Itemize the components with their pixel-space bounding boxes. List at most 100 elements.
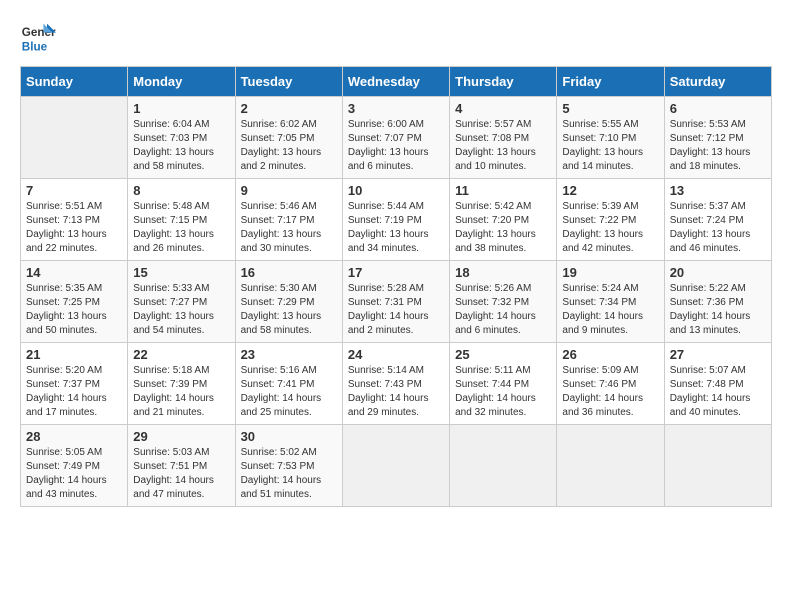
day-cell: 28Sunrise: 5:05 AMSunset: 7:49 PMDayligh… <box>21 425 128 507</box>
header-row: SundayMondayTuesdayWednesdayThursdayFrid… <box>21 67 772 97</box>
day-number: 27 <box>670 347 766 362</box>
day-number: 3 <box>348 101 444 116</box>
week-row-2: 7 Sunrise: 5:51 AMSunset: 7:13 PMDaylight… <box>21 179 772 261</box>
day-cell: 18 Sunrise: 5:26 AMSunset: 7:32 PMDayligh… <box>450 261 557 343</box>
day-info: Sunrise: 5:33 AMSunset: 7:27 PMDaylight:… <box>133 282 229 338</box>
day-info: Sunrise: 5:22 AMSunset: 7:36 PMDaylight:… <box>670 282 766 338</box>
day-cell: 2 Sunrise: 6:02 AMSunset: 7:05 PMDaylight… <box>235 97 342 179</box>
col-header-thursday: Thursday <box>450 67 557 97</box>
day-number: 20 <box>670 265 766 280</box>
day-cell: 11 Sunrise: 5:42 AMSunset: 7:20 PMDayligh… <box>450 179 557 261</box>
day-cell <box>450 425 557 507</box>
day-cell: 29Sunrise: 5:03 AMSunset: 7:51 PMDayligh… <box>128 425 235 507</box>
day-info: Sunrise: 5:16 AMSunset: 7:41 PMDaylight:… <box>241 364 337 420</box>
day-info: Sunrise: 5:18 AMSunset: 7:39 PMDaylight:… <box>133 364 229 420</box>
day-cell: 14 Sunrise: 5:35 AMSunset: 7:25 PMDayligh… <box>21 261 128 343</box>
day-cell: 4Sunrise: 5:57 AMSunset: 7:08 PMDaylight… <box>450 97 557 179</box>
day-cell: 19Sunrise: 5:24 AMSunset: 7:34 PMDayligh… <box>557 261 664 343</box>
day-number: 18 <box>455 265 551 280</box>
day-number: 30 <box>241 429 337 444</box>
day-info: Sunrise: 5:03 AMSunset: 7:51 PMDaylight:… <box>133 446 229 502</box>
week-row-4: 21 Sunrise: 5:20 AMSunset: 7:37 PMDayligh… <box>21 343 772 425</box>
day-number: 5 <box>562 101 658 116</box>
day-info: Sunrise: 5:14 AMSunset: 7:43 PMDaylight:… <box>348 364 444 420</box>
day-number: 23 <box>241 347 337 362</box>
week-row-5: 28Sunrise: 5:05 AMSunset: 7:49 PMDayligh… <box>21 425 772 507</box>
day-cell: 25 Sunrise: 5:11 AMSunset: 7:44 PMDayligh… <box>450 343 557 425</box>
col-header-wednesday: Wednesday <box>342 67 449 97</box>
day-cell: 27 Sunrise: 5:07 AMSunset: 7:48 PMDayligh… <box>664 343 771 425</box>
day-number: 7 <box>26 183 122 198</box>
day-number: 25 <box>455 347 551 362</box>
day-number: 12 <box>562 183 658 198</box>
calendar-table: SundayMondayTuesdayWednesdayThursdayFrid… <box>20 66 772 507</box>
day-cell <box>664 425 771 507</box>
day-info: Sunrise: 5:37 AMSunset: 7:24 PMDaylight:… <box>670 200 766 256</box>
day-cell <box>342 425 449 507</box>
day-info: Sunrise: 5:07 AMSunset: 7:48 PMDaylight:… <box>670 364 766 420</box>
logo: GeneralBlue <box>20 20 56 56</box>
day-cell <box>557 425 664 507</box>
day-cell: 9 Sunrise: 5:46 AMSunset: 7:17 PMDaylight… <box>235 179 342 261</box>
day-info: Sunrise: 5:26 AMSunset: 7:32 PMDaylight:… <box>455 282 551 338</box>
day-info: Sunrise: 5:46 AMSunset: 7:17 PMDaylight:… <box>241 200 337 256</box>
day-number: 11 <box>455 183 551 198</box>
day-info: Sunrise: 5:05 AMSunset: 7:49 PMDaylight:… <box>26 446 122 502</box>
day-number: 14 <box>26 265 122 280</box>
day-cell: 7 Sunrise: 5:51 AMSunset: 7:13 PMDaylight… <box>21 179 128 261</box>
day-info: Sunrise: 5:20 AMSunset: 7:37 PMDaylight:… <box>26 364 122 420</box>
day-cell: 1Sunrise: 6:04 AMSunset: 7:03 PMDaylight… <box>128 97 235 179</box>
day-info: Sunrise: 5:48 AMSunset: 7:15 PMDaylight:… <box>133 200 229 256</box>
day-info: Sunrise: 5:42 AMSunset: 7:20 PMDaylight:… <box>455 200 551 256</box>
day-cell: 10Sunrise: 5:44 AMSunset: 7:19 PMDayligh… <box>342 179 449 261</box>
day-cell: 3 Sunrise: 6:00 AMSunset: 7:07 PMDaylight… <box>342 97 449 179</box>
day-cell: 30Sunrise: 5:02 AMSunset: 7:53 PMDayligh… <box>235 425 342 507</box>
day-cell: 21 Sunrise: 5:20 AMSunset: 7:37 PMDayligh… <box>21 343 128 425</box>
header: GeneralBlue <box>20 20 772 56</box>
day-number: 22 <box>133 347 229 362</box>
day-number: 9 <box>241 183 337 198</box>
day-number: 1 <box>133 101 229 116</box>
day-number: 24 <box>348 347 444 362</box>
day-number: 2 <box>241 101 337 116</box>
day-number: 21 <box>26 347 122 362</box>
week-row-1: 1Sunrise: 6:04 AMSunset: 7:03 PMDaylight… <box>21 97 772 179</box>
day-number: 6 <box>670 101 766 116</box>
day-info: Sunrise: 5:53 AMSunset: 7:12 PMDaylight:… <box>670 118 766 174</box>
day-info: Sunrise: 5:11 AMSunset: 7:44 PMDaylight:… <box>455 364 551 420</box>
day-cell: 6 Sunrise: 5:53 AMSunset: 7:12 PMDaylight… <box>664 97 771 179</box>
day-cell: 26Sunrise: 5:09 AMSunset: 7:46 PMDayligh… <box>557 343 664 425</box>
day-info: Sunrise: 5:09 AMSunset: 7:46 PMDaylight:… <box>562 364 658 420</box>
day-info: Sunrise: 5:24 AMSunset: 7:34 PMDaylight:… <box>562 282 658 338</box>
day-cell: 5 Sunrise: 5:55 AMSunset: 7:10 PMDaylight… <box>557 97 664 179</box>
day-info: Sunrise: 5:35 AMSunset: 7:25 PMDaylight:… <box>26 282 122 338</box>
day-number: 13 <box>670 183 766 198</box>
col-header-friday: Friday <box>557 67 664 97</box>
col-header-sunday: Sunday <box>21 67 128 97</box>
day-cell: 16 Sunrise: 5:30 AMSunset: 7:29 PMDayligh… <box>235 261 342 343</box>
day-number: 15 <box>133 265 229 280</box>
day-cell: 12 Sunrise: 5:39 AMSunset: 7:22 PMDayligh… <box>557 179 664 261</box>
day-number: 16 <box>241 265 337 280</box>
day-info: Sunrise: 5:28 AMSunset: 7:31 PMDaylight:… <box>348 282 444 338</box>
day-info: Sunrise: 6:00 AMSunset: 7:07 PMDaylight:… <box>348 118 444 174</box>
col-header-saturday: Saturday <box>664 67 771 97</box>
day-info: Sunrise: 6:02 AMSunset: 7:05 PMDaylight:… <box>241 118 337 174</box>
day-number: 10 <box>348 183 444 198</box>
day-cell: 22 Sunrise: 5:18 AMSunset: 7:39 PMDayligh… <box>128 343 235 425</box>
day-cell: 13 Sunrise: 5:37 AMSunset: 7:24 PMDayligh… <box>664 179 771 261</box>
day-info: Sunrise: 5:51 AMSunset: 7:13 PMDaylight:… <box>26 200 122 256</box>
day-cell: 23 Sunrise: 5:16 AMSunset: 7:41 PMDayligh… <box>235 343 342 425</box>
day-cell <box>21 97 128 179</box>
day-cell: 17Sunrise: 5:28 AMSunset: 7:31 PMDayligh… <box>342 261 449 343</box>
col-header-tuesday: Tuesday <box>235 67 342 97</box>
svg-text:Blue: Blue <box>22 41 48 54</box>
day-cell: 24 Sunrise: 5:14 AMSunset: 7:43 PMDayligh… <box>342 343 449 425</box>
day-number: 8 <box>133 183 229 198</box>
day-info: Sunrise: 5:39 AMSunset: 7:22 PMDaylight:… <box>562 200 658 256</box>
day-cell: 8 Sunrise: 5:48 AMSunset: 7:15 PMDaylight… <box>128 179 235 261</box>
day-cell: 15 Sunrise: 5:33 AMSunset: 7:27 PMDayligh… <box>128 261 235 343</box>
day-info: Sunrise: 5:57 AMSunset: 7:08 PMDaylight:… <box>455 118 551 174</box>
day-info: Sunrise: 5:30 AMSunset: 7:29 PMDaylight:… <box>241 282 337 338</box>
day-info: Sunrise: 5:55 AMSunset: 7:10 PMDaylight:… <box>562 118 658 174</box>
